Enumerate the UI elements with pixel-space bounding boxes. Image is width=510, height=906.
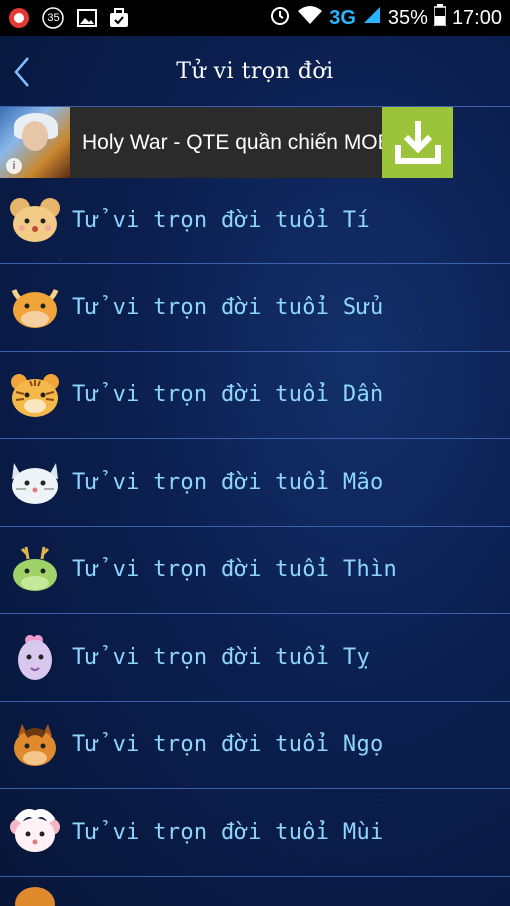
ad-info-icon[interactable]: i — [6, 158, 22, 174]
zodiac-list: Tử vi trọn đời tuổi Tí Tử vi trọn đời tu… — [0, 178, 510, 906]
item-label: Tử vi trọn đời tuổi Ngọ — [72, 732, 384, 758]
page-title: Tử vi trọn đời — [176, 58, 334, 84]
tiger-icon — [11, 373, 59, 417]
back-button[interactable] — [10, 54, 38, 90]
network-type: 3G — [329, 6, 356, 29]
list-item-ti[interactable]: Tử vi trọn đời tuổi Tí — [0, 178, 510, 264]
item-label: Tử vi trọn đời tuổi Tỵ — [72, 644, 370, 670]
item-label: Tử vi trọn đời tuổi Tí — [72, 208, 370, 233]
ad-download-button[interactable] — [382, 107, 453, 178]
ad-thumbnail[interactable]: i — [0, 107, 70, 178]
battery-icon — [433, 4, 447, 32]
list-item-ty[interactable]: Tử vi trọn đời tuổi Tỵ — [0, 614, 510, 702]
count-badge-icon: 35 — [40, 7, 66, 29]
list-item-dan[interactable]: Tử vi trọn đời tuổi Dần — [0, 352, 510, 439]
item-label: Tử vi trọn đời tuổi Mão — [72, 469, 384, 495]
list-item-partial[interactable] — [0, 877, 510, 906]
item-label: Tử vi trọn đời tuổi Thìn — [72, 557, 398, 583]
clock-time: 17:00 — [451, 6, 502, 29]
rat-icon — [10, 197, 60, 242]
cat-icon — [12, 463, 58, 505]
list-item-thin[interactable]: Tử vi trọn đời tuổi Thìn — [0, 527, 510, 614]
list-item-ngo[interactable]: Tử vi trọn đời tuổi Ngọ — [0, 702, 510, 789]
item-label: Tử vi trọn đời tuổi Dần — [72, 382, 384, 408]
ox-icon — [11, 289, 59, 329]
download-icon — [394, 120, 441, 164]
item-label: Tử vi trọn đời tuổi Sửu — [72, 294, 384, 320]
goat-icon — [10, 809, 60, 853]
briefcase-icon — [108, 7, 130, 29]
chevron-left-icon — [14, 57, 29, 87]
battery-percent: 35% — [387, 6, 428, 29]
notification-count: 35 — [47, 12, 60, 24]
wifi-icon — [297, 5, 323, 31]
horse-icon — [14, 723, 56, 766]
item-label: Tử vi trọn đời tuổi Mùi — [72, 819, 384, 845]
list-item-mao[interactable]: Tử vi trọn đời tuổi Mão — [0, 439, 510, 527]
monkey-icon — [15, 886, 55, 906]
app-notification-icon — [8, 7, 30, 29]
snake-icon — [18, 635, 52, 681]
list-item-suu[interactable]: Tử vi trọn đời tuổi Sửu — [0, 264, 510, 352]
image-icon — [76, 7, 98, 29]
alarm-icon — [269, 4, 291, 32]
dragon-icon — [13, 546, 57, 591]
app-header: Tử vi trọn đời — [0, 36, 510, 107]
list-item-mui[interactable]: Tử vi trọn đời tuổi Mùi — [0, 789, 510, 877]
signal-icon — [362, 5, 382, 31]
status-bar: 35 3G 35% 17:00 — [0, 0, 510, 36]
